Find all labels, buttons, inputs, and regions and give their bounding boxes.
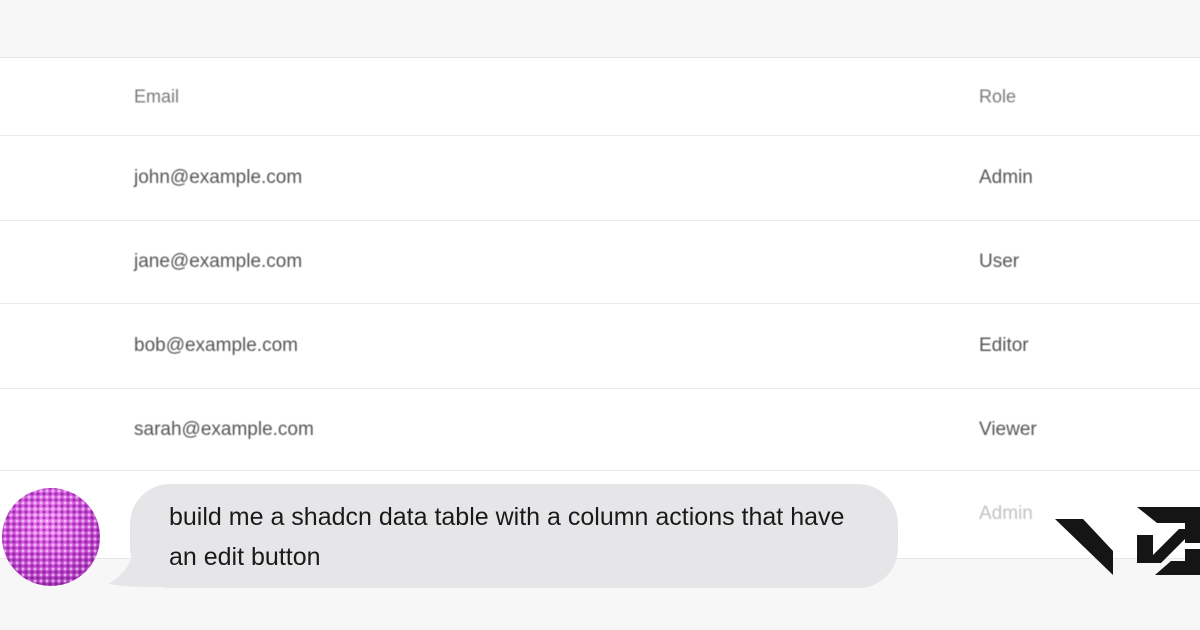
table-row[interactable]: john@example.com Admin	[0, 136, 1200, 221]
v0-logo-icon	[1055, 507, 1200, 575]
cell-role: Editor	[979, 335, 1029, 356]
user-avatar-icon	[2, 488, 100, 586]
cell-email: bob@example.com	[134, 335, 298, 356]
table-row[interactable]: jane@example.com User	[0, 221, 1200, 304]
cell-email: john@example.com	[134, 167, 303, 188]
header-email[interactable]: Email	[134, 86, 179, 107]
table-header-row: Email Role	[0, 58, 1200, 136]
cell-role: User	[979, 251, 1020, 272]
header-role[interactable]: Role	[979, 86, 1016, 107]
cell-role: Viewer	[979, 418, 1037, 440]
chat-message: build me a shadcn data table with a colu…	[169, 503, 845, 571]
cell-email: jane@example.com	[134, 251, 303, 272]
cell-role: Admin	[979, 167, 1033, 188]
table-row[interactable]: bob@example.com Editor	[0, 304, 1200, 389]
cell-email: sarah@example.com	[134, 418, 314, 440]
cell-role: Admin	[979, 503, 1033, 524]
table-row[interactable]: sarah@example.com Viewer	[0, 389, 1200, 471]
